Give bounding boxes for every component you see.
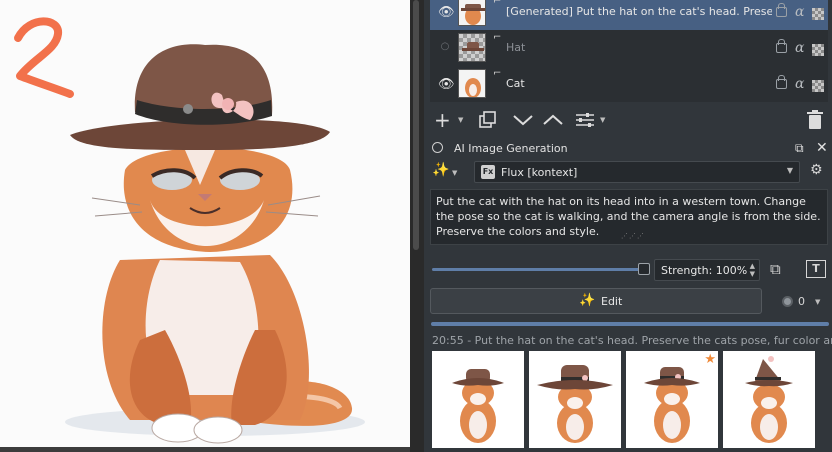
annotation-stroke bbox=[14, 17, 74, 98]
lock-icon[interactable] bbox=[776, 39, 787, 53]
canvas-document[interactable] bbox=[0, 0, 410, 447]
layers-list[interactable]: 👁 ⌐ [Generated] Put the hat on the cat's… bbox=[430, 0, 828, 102]
strength-slider[interactable] bbox=[432, 268, 644, 271]
layer-toolbar: + ▼ ▼ bbox=[430, 106, 828, 134]
alpha-icon[interactable]: α bbox=[795, 4, 804, 20]
layers-add-icon[interactable]: ⧉ bbox=[770, 260, 781, 278]
ai-docker-titlebar: AI Image Generation ⧉ ✕ bbox=[430, 140, 828, 158]
model-select[interactable]: Fx Flux [kontext] ▼ bbox=[474, 161, 800, 183]
alpha-icon[interactable]: α bbox=[795, 40, 804, 56]
docker-panel: 👁 ⌐ [Generated] Put the hat on the cat's… bbox=[424, 0, 832, 452]
resize-grip-icon[interactable]: ⋰⋰⋰ bbox=[621, 229, 645, 244]
result-thumbnail[interactable]: ★ bbox=[626, 351, 718, 448]
result-thumbnail[interactable] bbox=[529, 351, 621, 448]
layer-thumbnail bbox=[458, 69, 486, 98]
alpha-icon[interactable]: α bbox=[795, 76, 804, 92]
add-layer-icon[interactable]: + bbox=[434, 108, 451, 132]
strength-slider-handle[interactable] bbox=[638, 263, 650, 275]
layer-name[interactable]: Hat bbox=[506, 41, 772, 54]
eye-icon[interactable]: 👁 bbox=[438, 5, 455, 20]
strength-spinbox[interactable]: Strength: 100% ▲ ▼ bbox=[654, 259, 760, 281]
link-icon: ⌐ bbox=[493, 68, 502, 79]
blend-icon bbox=[812, 80, 824, 92]
layer-row-generated[interactable]: 👁 ⌐ [Generated] Put the hat on the cat's… bbox=[430, 0, 828, 30]
delete-layer-icon[interactable] bbox=[806, 110, 824, 134]
layer-name[interactable]: Cat bbox=[506, 77, 772, 90]
strength-row: Strength: 100% ▲ ▼ ⧉ T bbox=[430, 259, 828, 281]
chevron-down-icon: ▼ bbox=[786, 166, 793, 175]
layer-thumbnail bbox=[458, 0, 486, 26]
edit-button-label: Edit bbox=[601, 295, 623, 308]
progress-bar bbox=[431, 322, 829, 326]
prompt-textarea[interactable]: Put the cat with the hat on its head int… bbox=[430, 189, 828, 245]
blend-icon bbox=[812, 44, 824, 56]
queue-button[interactable]: 0 ▼ bbox=[779, 292, 829, 312]
layer-thumbnail bbox=[458, 33, 486, 62]
result-thumbnail[interactable] bbox=[432, 351, 524, 448]
result-thumbnail[interactable] bbox=[723, 351, 815, 448]
cat-with-hat-artwork bbox=[14, 17, 365, 444]
duplicate-layer-icon[interactable] bbox=[478, 110, 498, 134]
blend-icon bbox=[812, 8, 824, 20]
edit-button[interactable]: ✨ Edit bbox=[430, 288, 762, 314]
float-icon[interactable]: ⧉ bbox=[795, 141, 804, 156]
eye-icon[interactable]: 👁 bbox=[438, 77, 455, 92]
spin-arrows-icon[interactable]: ▲ ▼ bbox=[750, 262, 755, 278]
queue-count: 0 bbox=[798, 295, 805, 308]
move-up-icon[interactable] bbox=[542, 110, 564, 134]
lock-icon[interactable] bbox=[776, 3, 787, 17]
eye-off-icon[interactable]: ○ bbox=[438, 41, 452, 52]
lock-icon[interactable] bbox=[432, 142, 443, 153]
chevron-down-icon[interactable]: ▼ bbox=[452, 169, 457, 177]
move-down-icon[interactable] bbox=[512, 110, 534, 134]
chevron-down-icon: ▼ bbox=[815, 298, 821, 306]
gear-icon[interactable]: ⚙ bbox=[810, 162, 823, 178]
link-icon: ⌐ bbox=[493, 0, 502, 7]
model-select-value: Flux [kontext] bbox=[501, 166, 578, 179]
chevron-down-icon[interactable]: ▼ bbox=[600, 116, 605, 124]
text-prompt-icon[interactable]: T bbox=[806, 260, 826, 278]
layer-row-cat[interactable]: 👁 ⌐ Cat α bbox=[430, 66, 828, 102]
magic-wand-icon[interactable]: ✨ bbox=[432, 162, 449, 178]
layer-row-hat[interactable]: ○ ⌐ Hat α bbox=[430, 30, 828, 66]
results-grid: ★ bbox=[432, 351, 830, 452]
lock-icon[interactable] bbox=[776, 75, 787, 89]
magic-wand-icon: ✨ bbox=[579, 293, 596, 308]
layer-name[interactable]: [Generated] Put the hat on the cat's hea… bbox=[506, 5, 772, 18]
workspace-row: ✨ ▼ Fx Flux [kontext] ▼ ⚙ bbox=[430, 161, 828, 183]
close-icon[interactable]: ✕ bbox=[816, 140, 828, 156]
history-label: 20:55 - Put the hat on the cat's head. P… bbox=[432, 334, 832, 347]
model-badge-icon: Fx bbox=[481, 165, 495, 179]
layer-properties-icon[interactable] bbox=[574, 110, 596, 134]
star-icon[interactable]: ★ bbox=[704, 352, 716, 367]
strength-value: Strength: 100% bbox=[661, 264, 748, 277]
queue-status-icon bbox=[782, 296, 793, 307]
canvas-scrollbar-thumb[interactable] bbox=[413, 0, 419, 250]
link-icon: ⌐ bbox=[493, 32, 502, 43]
chevron-down-icon[interactable]: ▼ bbox=[458, 116, 463, 124]
canvas-area[interactable] bbox=[0, 0, 410, 452]
docker-title: AI Image Generation bbox=[454, 142, 568, 155]
